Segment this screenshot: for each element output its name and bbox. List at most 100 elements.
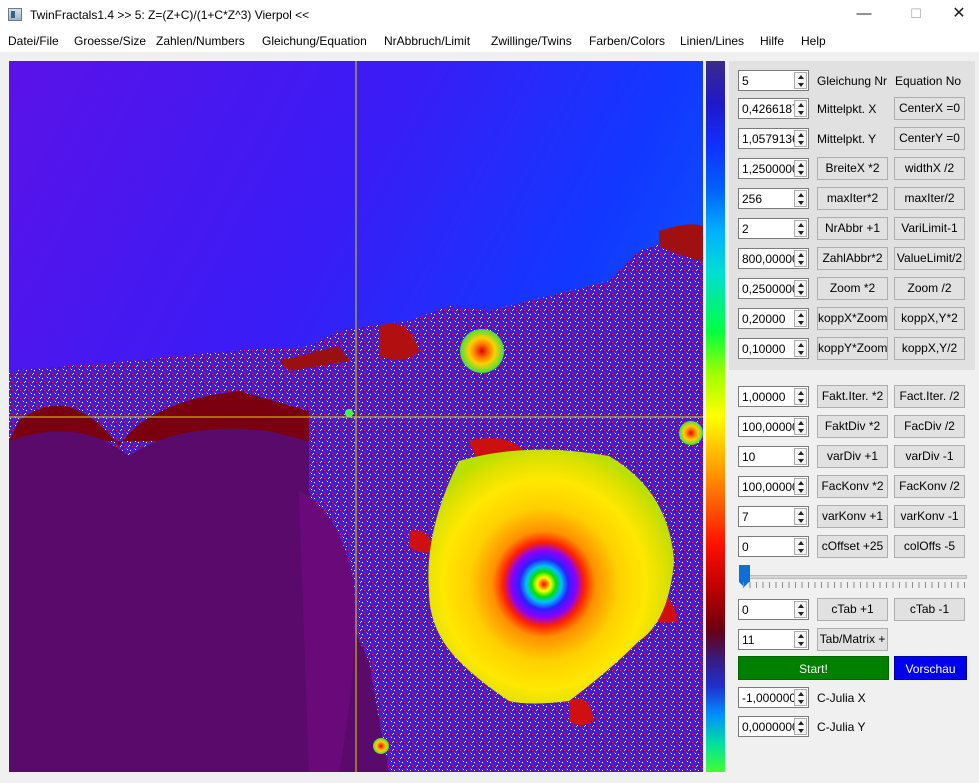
menu-help[interactable]: Help — [801, 34, 826, 48]
spin-arrows-icon[interactable] — [794, 310, 807, 327]
menu-size[interactable]: Groesse/Size — [74, 34, 146, 48]
nr-limit-inc-button[interactable]: NrAbbr +1 — [817, 217, 888, 240]
var-div-dec-button[interactable]: varDiv -1 — [894, 445, 965, 468]
menu-lines[interactable]: Linien/Lines — [680, 34, 744, 48]
kopp-x-zoom-button[interactable]: koppX*Zoom — [817, 307, 888, 330]
tab-matrix-spinbox[interactable]: 11 — [738, 629, 809, 650]
spin-arrows-icon[interactable] — [794, 538, 807, 555]
var-konv-spinbox[interactable]: 7 — [738, 506, 809, 527]
ctab-inc-button[interactable]: cTab +1 — [817, 598, 888, 621]
max-iter-half-button[interactable]: maxIter/2 — [894, 187, 965, 210]
julia-y-label: C-Julia Y — [817, 720, 866, 734]
color-offset-inc-button[interactable]: cOffset +25 — [817, 535, 888, 558]
var-div-inc-button[interactable]: varDiv +1 — [817, 445, 888, 468]
kopp-y-spinbox[interactable]: 0,10000 — [738, 338, 809, 359]
equation-spinbox[interactable]: 5 — [738, 70, 809, 91]
zoom-spinbox[interactable]: 0,2500000 — [738, 278, 809, 299]
value-limit-double-button[interactable]: ZahlAbbr*2 — [817, 247, 888, 270]
spin-arrows-icon[interactable] — [794, 388, 807, 405]
start-button[interactable]: Start! — [738, 656, 889, 680]
menu-equation[interactable]: Gleichung/Equation — [262, 34, 367, 48]
fac-konv-half-button[interactable]: FacKonv /2 — [894, 475, 965, 498]
menu-bar: Datei/File Groesse/Size Zahlen/Numbers G… — [0, 30, 979, 52]
spin-arrows-icon[interactable] — [794, 130, 807, 147]
center-y-label: Mittelpkt. Y — [817, 132, 877, 146]
kopp-x-spinbox[interactable]: 0,20000 — [738, 308, 809, 329]
menu-limit[interactable]: NrAbbruch/Limit — [384, 34, 470, 48]
julia-x-label: C-Julia X — [817, 691, 866, 705]
spin-arrows-icon[interactable] — [794, 478, 807, 495]
equation-label-en: Equation No — [895, 74, 962, 88]
ctab-spinbox[interactable]: 0 — [738, 599, 809, 620]
fac-div-half-button[interactable]: FacDiv /2 — [894, 415, 965, 438]
menu-numbers[interactable]: Zahlen/Numbers — [156, 34, 245, 48]
ctab-dec-button[interactable]: cTab -1 — [894, 598, 965, 621]
nr-limit-spinbox[interactable]: 2 — [738, 218, 809, 239]
color-offset-dec-button[interactable]: colOffs -5 — [894, 535, 965, 558]
color-slider-thumb[interactable] — [739, 565, 750, 587]
width-half-button[interactable]: widthX /2 — [894, 157, 965, 180]
menu-hilfe[interactable]: Hilfe — [760, 34, 784, 48]
max-iter-double-button[interactable]: maxIter*2 — [817, 187, 888, 210]
tab-matrix-button[interactable]: Tab/Matrix + — [817, 628, 888, 651]
spin-arrows-icon[interactable] — [794, 250, 807, 267]
spin-arrows-icon[interactable] — [794, 448, 807, 465]
value-limit-half-button[interactable]: ValueLimit/2 — [894, 247, 965, 270]
spin-arrows-icon[interactable] — [794, 631, 807, 648]
kopp-xy-double-button[interactable]: koppX,Y*2 — [894, 307, 965, 330]
maximize-button[interactable]: ☐ — [893, 0, 939, 30]
equation-label-de: Gleichung Nr — [817, 74, 888, 88]
center-x-label: Mittelpkt. X — [817, 102, 877, 116]
color-slider-track[interactable] — [739, 575, 967, 579]
color-palette-bar — [706, 61, 725, 772]
julia-x-spinbox[interactable]: -1,000000( — [738, 687, 809, 708]
center-x-spinbox[interactable]: 0,4266187( — [738, 98, 809, 119]
close-button[interactable]: ✕ — [936, 0, 979, 30]
preview-button[interactable]: Vorschau — [894, 656, 967, 680]
minimize-button[interactable]: — — [841, 0, 887, 30]
zoom-half-button[interactable]: Zoom /2 — [894, 277, 965, 300]
fac-konv-spinbox[interactable]: 100,00000 — [738, 476, 809, 497]
spin-arrows-icon[interactable] — [794, 190, 807, 207]
fakt-iter-half-button[interactable]: Fact.Iter. /2 — [894, 385, 965, 408]
var-konv-dec-button[interactable]: varKonv -1 — [894, 505, 965, 528]
menu-file[interactable]: Datei/File — [8, 34, 59, 48]
spin-arrows-icon[interactable] — [794, 418, 807, 435]
fakt-iter-double-button[interactable]: Fakt.Iter. *2 — [817, 385, 888, 408]
fakt-div-double-button[interactable]: FaktDiv *2 — [817, 415, 888, 438]
var-konv-inc-button[interactable]: varKonv +1 — [817, 505, 888, 528]
menu-twins[interactable]: Zwillinge/Twins — [491, 34, 572, 48]
spin-arrows-icon[interactable] — [794, 220, 807, 237]
color-offset-spinbox[interactable]: 0 — [738, 536, 809, 557]
spin-arrows-icon[interactable] — [794, 160, 807, 177]
spin-arrows-icon[interactable] — [794, 72, 807, 89]
julia-y-spinbox[interactable]: 0,0000000( — [738, 716, 809, 737]
center-y-reset-button[interactable]: CenterY =0 — [894, 127, 965, 150]
max-iter-spinbox[interactable]: 256 — [738, 188, 809, 209]
value-limit-spinbox[interactable]: 800,00000 — [738, 248, 809, 269]
fractal-image[interactable] — [9, 61, 703, 772]
center-y-spinbox[interactable]: 1,0579136( — [738, 128, 809, 149]
width-spinbox[interactable]: 1,2500000 — [738, 158, 809, 179]
vari-limit-dec-button[interactable]: VariLimit-1 — [894, 217, 965, 240]
spin-arrows-icon[interactable] — [794, 718, 807, 735]
var-div-spinbox[interactable]: 10 — [738, 446, 809, 467]
zoom-double-button[interactable]: Zoom *2 — [817, 277, 888, 300]
menu-colors[interactable]: Farben/Colors — [589, 34, 665, 48]
spin-arrows-icon[interactable] — [794, 280, 807, 297]
spin-arrows-icon[interactable] — [794, 340, 807, 357]
spin-arrows-icon[interactable] — [794, 508, 807, 525]
title-bar: TwinFractals1.4 >> 5: Z=(Z+C)/(1+C*Z^3) … — [0, 0, 979, 30]
kopp-xy-half-button[interactable]: koppX,Y/2 — [894, 337, 965, 360]
center-x-reset-button[interactable]: CenterX =0 — [894, 97, 965, 120]
width-double-button[interactable]: BreiteX *2 — [817, 157, 888, 180]
spin-arrows-icon[interactable] — [794, 601, 807, 618]
fakt-iter-spinbox[interactable]: 1,00000 — [738, 386, 809, 407]
fac-konv-double-button[interactable]: FacKonv *2 — [817, 475, 888, 498]
app-icon — [8, 8, 22, 21]
fakt-div-spinbox[interactable]: 100,00000 — [738, 416, 809, 437]
fractal-canvas[interactable] — [9, 61, 703, 772]
kopp-y-zoom-button[interactable]: koppY*Zoom — [817, 337, 888, 360]
spin-arrows-icon[interactable] — [794, 689, 807, 706]
spin-arrows-icon[interactable] — [794, 100, 807, 117]
